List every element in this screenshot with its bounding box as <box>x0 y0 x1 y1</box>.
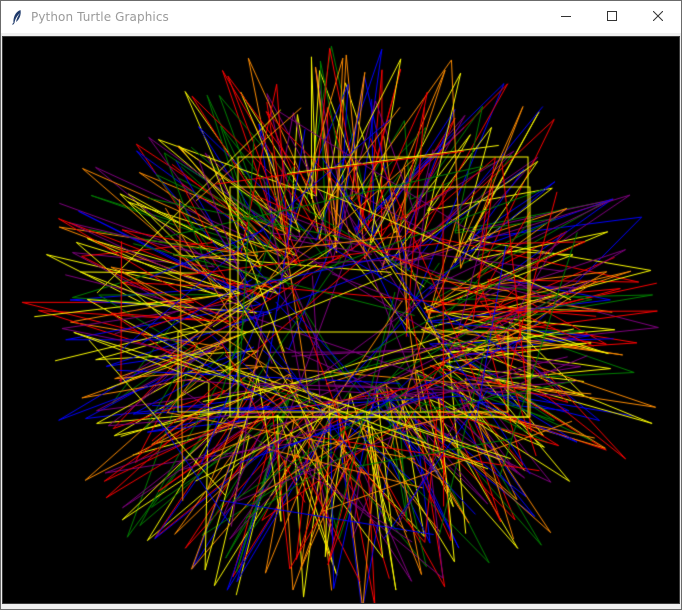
maximize-button[interactable] <box>589 1 635 33</box>
window-bottom-edge <box>1 604 681 609</box>
close-icon <box>652 8 664 26</box>
minimize-button[interactable] <box>543 1 589 33</box>
turtle-window: Python Turtle Graphics <box>0 0 682 610</box>
minimize-icon <box>561 8 571 26</box>
feather-icon <box>9 9 25 25</box>
turtle-canvas-area[interactable] <box>2 36 680 604</box>
close-button[interactable] <box>635 1 681 33</box>
turtle-drawing-canvas[interactable] <box>3 37 679 603</box>
window-controls <box>543 1 681 33</box>
maximize-icon <box>607 8 617 26</box>
window-title: Python Turtle Graphics <box>31 10 169 24</box>
title-bar[interactable]: Python Turtle Graphics <box>1 1 681 33</box>
